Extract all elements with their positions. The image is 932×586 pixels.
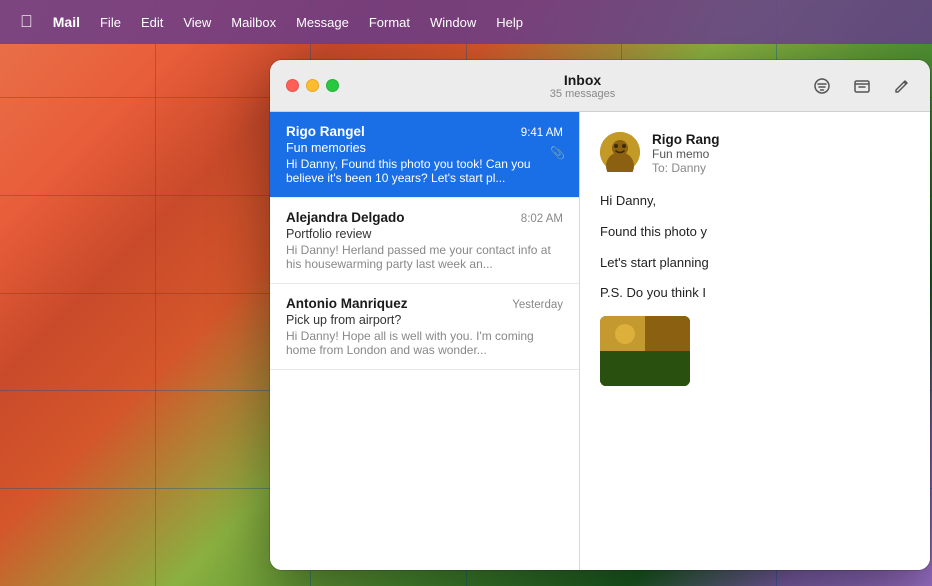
detail-sender-info: Rigo Rang Fun memo To: Danny: [652, 132, 910, 175]
subject: Portfolio review: [286, 227, 563, 241]
subject: Fun memories: [286, 141, 563, 155]
body-line-4: P.S. Do you think I: [600, 283, 910, 304]
body-line-3: Let's start planning: [600, 253, 910, 274]
edit-menu-item[interactable]: Edit: [131, 11, 173, 34]
body-line-1: Hi Danny,: [600, 191, 910, 212]
attachment-icon: 📎: [550, 146, 565, 160]
file-menu-item[interactable]: File: [90, 11, 131, 34]
format-menu-item[interactable]: Format: [359, 11, 420, 34]
mail-menu-item[interactable]: Mail: [43, 10, 90, 34]
to-value: Danny: [671, 161, 706, 175]
detail-image: [600, 316, 690, 386]
close-button[interactable]: [286, 79, 299, 92]
detail-sender-row: Rigo Rang Fun memo To: Danny: [600, 132, 910, 175]
archive-icon[interactable]: [850, 74, 874, 98]
sender-name: Antonio Manriquez: [286, 296, 408, 311]
message-header: Rigo Rangel 9:41 AM: [286, 124, 563, 139]
message-list[interactable]: Rigo Rangel 9:41 AM Fun memories Hi Dann…: [270, 112, 580, 570]
window-content: Rigo Rangel 9:41 AM Fun memories Hi Dann…: [270, 112, 930, 570]
message-item[interactable]: Alejandra Delgado 8:02 AM Portfolio revi…: [270, 198, 579, 284]
avatar: [600, 132, 640, 172]
preview: Hi Danny! Hope all is well with you. I'm…: [286, 329, 563, 357]
minimize-button[interactable]: [306, 79, 319, 92]
subject: Pick up from airport?: [286, 313, 563, 327]
compose-icon[interactable]: [890, 74, 914, 98]
preview: Hi Danny! Herland passed me your contact…: [286, 243, 563, 271]
mail-window: Inbox 35 messages: [270, 60, 930, 570]
timestamp: 8:02 AM: [521, 213, 563, 225]
titlebar-actions: [810, 74, 914, 98]
message-menu-item[interactable]: Message: [286, 11, 359, 34]
window-menu-item[interactable]: Window: [420, 11, 486, 34]
filter-icon[interactable]: [810, 74, 834, 98]
detail-sender-name: Rigo Rang: [652, 132, 910, 147]
window-title: Inbox: [564, 72, 601, 88]
message-detail: Rigo Rang Fun memo To: Danny Hi Danny, F…: [580, 112, 930, 570]
timestamp: 9:41 AM: [521, 127, 563, 139]
traffic-lights: [286, 79, 339, 92]
detail-body: Hi Danny, Found this photo y Let's start…: [600, 191, 910, 304]
detail-to: To: Danny: [652, 161, 910, 175]
window-subtitle: 35 messages: [550, 88, 615, 100]
to-label: To:: [652, 161, 668, 175]
apple-menu-item[interactable]: : [16, 8, 43, 36]
help-menu-item[interactable]: Help: [486, 11, 533, 34]
sender-name: Alejandra Delgado: [286, 210, 405, 225]
message-header: Alejandra Delgado 8:02 AM: [286, 210, 563, 225]
mailbox-menu-item[interactable]: Mailbox: [221, 11, 286, 34]
detail-subject: Fun memo: [652, 147, 910, 161]
preview: Hi Danny, Found this photo you took! Can…: [286, 157, 563, 185]
timestamp: Yesterday: [512, 299, 563, 311]
window-titlebar: Inbox 35 messages: [270, 60, 930, 112]
body-line-2: Found this photo y: [600, 222, 910, 243]
view-menu-item[interactable]: View: [173, 11, 221, 34]
maximize-button[interactable]: [326, 79, 339, 92]
menubar:  Mail File Edit View Mailbox Message Fo…: [0, 0, 932, 44]
sender-name: Rigo Rangel: [286, 124, 365, 139]
message-item[interactable]: Rigo Rangel 9:41 AM Fun memories Hi Dann…: [270, 112, 579, 198]
message-header: Antonio Manriquez Yesterday: [286, 296, 563, 311]
window-title-area: Inbox 35 messages: [355, 72, 810, 100]
message-item[interactable]: Antonio Manriquez Yesterday Pick up from…: [270, 284, 579, 370]
